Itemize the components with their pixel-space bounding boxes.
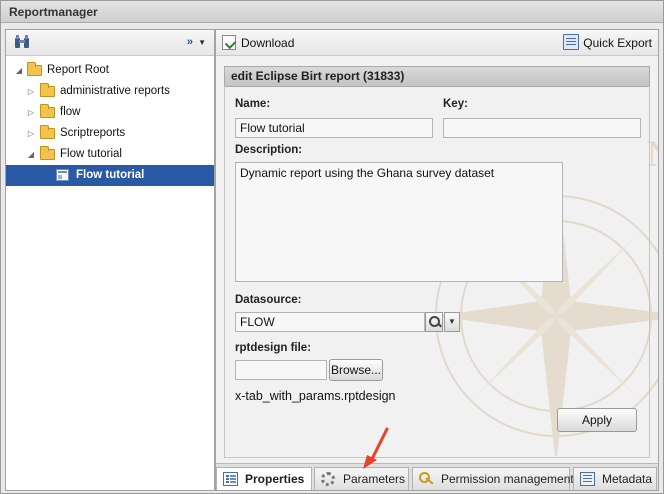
tree-item-label: administrative reports	[60, 85, 170, 97]
folder-icon	[40, 83, 55, 97]
quick-export-button[interactable]: Quick Export	[563, 34, 652, 52]
folder-open-icon	[40, 146, 55, 160]
tree-item-administrative-reports[interactable]: ▷ administrative reports	[6, 81, 214, 102]
datasource-label: Datasource:	[235, 294, 302, 306]
tab-properties[interactable]: Properties	[216, 467, 312, 490]
folder-icon	[40, 104, 55, 118]
datasource-dropdown-button[interactable]: ▼	[444, 312, 460, 332]
quick-export-label: Quick Export	[583, 36, 652, 50]
editor-content: N edit Eclipse Birt report (31833) Name:…	[216, 56, 658, 463]
double-chevron-icon: ››	[186, 36, 193, 48]
description-label: Description:	[235, 144, 303, 156]
tab-permission-management[interactable]: Permission management	[412, 467, 574, 490]
edit-report-header: edit Eclipse Birt report (31833)	[224, 66, 650, 87]
folder-icon	[40, 125, 55, 139]
reportmanager-window: Reportmanager ›› ▼ ◢ Report Root ▷ admin…	[0, 0, 664, 494]
tree-item-flow-tutorial-folder[interactable]: ◢ Flow tutorial	[6, 144, 214, 165]
report-tree: ◢ Report Root ▷ administrative reports ▷…	[6, 56, 214, 186]
rptdesign-file-name: x-tab_with_params.rptdesign	[235, 389, 396, 403]
key-icon	[419, 472, 434, 486]
folder-open-icon	[27, 62, 42, 76]
annotation-arrow-icon	[363, 427, 389, 469]
editor-toolbar: Download Quick Export	[216, 30, 658, 56]
dropdown-arrow-icon: ▼	[198, 38, 206, 47]
tree-item-flow[interactable]: ▷ flow	[6, 102, 214, 123]
download-label: Download	[241, 36, 295, 50]
tree-item-flow-tutorial-report[interactable]: Flow tutorial	[6, 165, 214, 186]
description-field[interactable]: Dynamic report using the Ghana survey da…	[235, 162, 563, 282]
tab-label: Properties	[245, 472, 305, 486]
report-properties-form: Name: Flow tutorial Key: Description: Dy…	[224, 86, 650, 458]
tab-label: Metadata	[602, 472, 653, 486]
tree-item-label: Flow tutorial	[60, 148, 122, 160]
datasource-field[interactable]: FLOW	[235, 312, 425, 332]
datasource-search-button[interactable]	[425, 312, 443, 332]
metadata-icon	[580, 472, 595, 486]
name-label: Name:	[235, 98, 271, 110]
tree-toolbar: ›› ▼	[6, 30, 214, 56]
tab-metadata[interactable]: Metadata	[573, 467, 657, 490]
tree-item-label: flow	[60, 106, 81, 118]
report-tree-panel: ›› ▼ ◢ Report Root ▷ administrative repor…	[5, 29, 215, 491]
rptdesign-file-label: rptdesign file:	[235, 342, 312, 354]
window-title: Reportmanager	[1, 1, 663, 23]
expand-toggle-icon[interactable]: ◢	[26, 144, 36, 165]
tree-item-label: Flow tutorial	[76, 169, 145, 181]
tree-item-scriptreports[interactable]: ▷ Scriptreports	[6, 123, 214, 144]
tree-item-label: Scriptreports	[60, 127, 126, 139]
collapse-toggle-icon[interactable]: ▷	[26, 81, 36, 102]
tab-label: Parameters	[343, 472, 406, 486]
quick-export-icon	[563, 34, 580, 50]
tree-more-menu[interactable]: ›› ▼	[187, 36, 206, 48]
gear-icon	[321, 472, 335, 486]
download-icon	[222, 35, 236, 50]
download-button[interactable]: Download	[222, 34, 294, 52]
expand-toggle-icon[interactable]: ◢	[14, 60, 24, 81]
editor-tab-bar: Properties Parameters Permission managem…	[216, 463, 658, 490]
properties-icon	[223, 472, 238, 486]
report-editor-panel: Download Quick Export edit Eclipse Birt …	[215, 29, 659, 491]
browse-button[interactable]: Browse...	[329, 359, 383, 381]
tree-item-label: Report Root	[47, 64, 110, 76]
collapse-toggle-icon[interactable]: ▷	[26, 123, 36, 144]
key-label: Key:	[443, 98, 468, 110]
binoculars-search-icon[interactable]	[14, 35, 30, 49]
name-field[interactable]: Flow tutorial	[235, 118, 433, 138]
report-icon	[56, 169, 69, 181]
tab-label: Permission management	[441, 472, 574, 486]
key-field[interactable]	[443, 118, 641, 138]
tree-item-report-root[interactable]: ◢ Report Root	[6, 60, 214, 81]
collapse-toggle-icon[interactable]: ▷	[26, 102, 36, 123]
rptdesign-file-field[interactable]	[235, 360, 327, 380]
apply-button[interactable]: Apply	[557, 408, 637, 432]
